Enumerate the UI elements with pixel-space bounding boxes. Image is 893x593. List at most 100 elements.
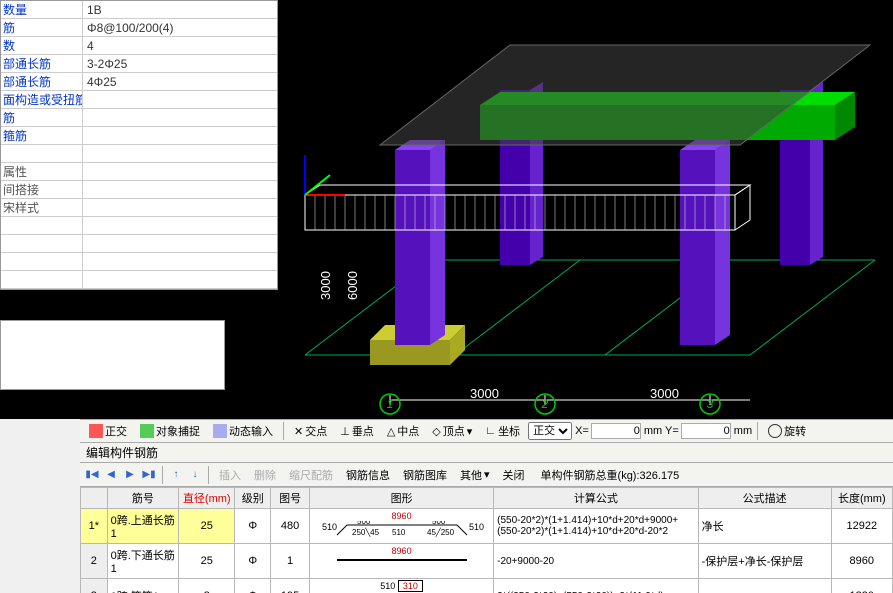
rebar-lib-button[interactable]: 钢筋图库 xyxy=(398,465,452,485)
other-button[interactable]: 其他▾ xyxy=(455,465,495,485)
cell-formula[interactable]: 2*((350-2*20)+(550-2*20))+2*(11.9*d) xyxy=(494,579,699,593)
col-length[interactable]: 长度(mm) xyxy=(831,488,892,509)
prop-value[interactable] xyxy=(83,145,277,162)
mid-button[interactable]: △中点 xyxy=(382,421,424,441)
rotate-button[interactable]: 旋转 xyxy=(763,421,811,441)
prop-value[interactable] xyxy=(83,109,277,126)
mode-select[interactable]: 正交 xyxy=(528,422,572,440)
cell-name[interactable]: 0跨.上通长筋1 xyxy=(107,509,179,544)
coord-button[interactable]: ∟坐标 xyxy=(480,421,525,441)
cross-button[interactable]: ✕交点 xyxy=(289,421,332,441)
col-name[interactable]: 筋号 xyxy=(107,488,179,509)
scale-button[interactable]: 缩尺配筋 xyxy=(284,465,338,485)
cell-desc[interactable] xyxy=(698,579,831,593)
prop-value[interactable] xyxy=(83,163,277,180)
prop-value[interactable] xyxy=(83,181,277,198)
col-level[interactable]: 级别 xyxy=(235,488,271,509)
prop-value[interactable] xyxy=(83,235,277,252)
cell-desc[interactable]: 净长 xyxy=(698,509,831,544)
prop-value[interactable]: Φ8@100/200(4) xyxy=(83,19,277,36)
col-diameter[interactable]: 直径(mm) xyxy=(179,488,235,509)
blank-panel xyxy=(0,320,225,390)
cell-shape[interactable]: 8960 xyxy=(310,544,494,579)
cell-name[interactable]: 0跨.箍筋1 xyxy=(107,579,179,593)
down-button[interactable]: ↓ xyxy=(187,467,203,483)
row-header[interactable]: 2 xyxy=(81,544,108,579)
prop-value[interactable]: 4Φ25 xyxy=(83,73,277,90)
coord-icon: ∟ xyxy=(485,425,496,437)
rebar-info-button[interactable]: 钢筋信息 xyxy=(341,465,395,485)
perp-button[interactable]: ⊥垂点 xyxy=(335,421,379,441)
vertex-button[interactable]: ◇顶点▾ xyxy=(427,421,477,441)
prop-value[interactable] xyxy=(83,199,277,216)
cell-len[interactable]: 8960 xyxy=(831,544,892,579)
dynamic-input-button[interactable]: 动态输入 xyxy=(208,421,278,441)
delete-button[interactable]: 删除 xyxy=(249,465,281,485)
insert-button[interactable]: 插入 xyxy=(214,465,246,485)
first-button[interactable]: ▮◀ xyxy=(84,467,100,483)
cell-desc[interactable]: -保护层+净长-保护层 xyxy=(698,544,831,579)
osnap-button[interactable]: 对象捕捉 xyxy=(135,421,205,441)
cell-level[interactable]: Φ xyxy=(235,509,271,544)
cell-dia[interactable]: 25 xyxy=(179,544,235,579)
col-fig[interactable]: 图号 xyxy=(271,488,310,509)
prop-value[interactable]: 1B xyxy=(83,1,277,18)
prop-label: 筋 xyxy=(1,19,83,36)
prop-value[interactable]: 3-2Φ25 xyxy=(83,55,277,72)
rebar-table[interactable]: 筋号 直径(mm) 级别 图号 图形 计算公式 公式描述 长度(mm) 1* 0… xyxy=(80,487,893,593)
cell-formula[interactable]: (550-20*2)*(1+1.414)+10*d+20*d+9000+(550… xyxy=(494,509,699,544)
cross-icon: ✕ xyxy=(294,425,303,438)
prop-label xyxy=(1,235,83,252)
row-header[interactable]: 3 xyxy=(81,579,108,593)
svg-text:250╲45: 250╲45 xyxy=(352,527,380,537)
dim-1: 3000 xyxy=(470,386,499,401)
prev-button[interactable]: ◀ xyxy=(103,467,119,483)
cell-len[interactable]: 1830 xyxy=(831,579,892,593)
svg-text:45╱250: 45╱250 xyxy=(427,527,455,537)
svg-text:500: 500 xyxy=(432,521,446,526)
col-desc[interactable]: 公式描述 xyxy=(698,488,831,509)
cell-shape[interactable]: 8960510250╲4551045╱250500500510 xyxy=(310,509,494,544)
dim-2: 3000 xyxy=(650,386,679,401)
cell-fig[interactable]: 480 xyxy=(271,509,310,544)
col-formula[interactable]: 计算公式 xyxy=(494,488,699,509)
chevron-down-icon: ▾ xyxy=(484,468,490,481)
prop-label: 数 xyxy=(1,37,83,54)
cell-level[interactable]: Φ xyxy=(235,544,271,579)
cell-shape[interactable]: 510 310 xyxy=(310,579,494,593)
cell-fig[interactable]: 195 xyxy=(271,579,310,593)
cell-formula[interactable]: -20+9000-20 xyxy=(494,544,699,579)
col-shape[interactable]: 图形 xyxy=(310,488,494,509)
prop-value[interactable]: 4 xyxy=(83,37,277,54)
property-panel: 数量1B筋Φ8@100/200(4)数4部通长筋3-2Φ25部通长筋4Φ25面构… xyxy=(0,0,278,290)
close-button[interactable]: 关闭 xyxy=(498,465,530,485)
cell-dia[interactable]: 8 xyxy=(179,579,235,593)
mid-icon: △ xyxy=(387,425,395,438)
col-blank[interactable] xyxy=(81,488,108,509)
prop-value[interactable] xyxy=(83,253,277,270)
prop-label: 箍筋 xyxy=(1,127,83,144)
cell-len[interactable]: 12922 xyxy=(831,509,892,544)
last-button[interactable]: ▶▮ xyxy=(141,467,157,483)
y-input[interactable] xyxy=(681,423,731,439)
cell-level[interactable]: Φ xyxy=(235,579,271,593)
snap-toolbar: 正交 对象捕捉 动态输入 ✕交点 ⊥垂点 △中点 ◇顶点▾ ∟坐标 正交 X= … xyxy=(80,419,893,443)
svg-text:510: 510 xyxy=(392,528,406,537)
cell-dia[interactable]: 25 xyxy=(179,509,235,544)
prop-value[interactable] xyxy=(83,91,277,108)
svg-text:500: 500 xyxy=(357,521,371,526)
axis-marker-3: 3 xyxy=(707,397,714,411)
ortho-button[interactable]: 正交 xyxy=(84,421,132,441)
prop-value[interactable] xyxy=(83,127,277,144)
row-header[interactable]: 1* xyxy=(81,509,108,544)
cell-fig[interactable]: 1 xyxy=(271,544,310,579)
up-button[interactable]: ↑ xyxy=(168,467,184,483)
axis-marker-1: 1 xyxy=(387,397,394,411)
prop-label xyxy=(1,145,83,162)
prop-value[interactable] xyxy=(83,271,277,288)
next-button[interactable]: ▶ xyxy=(122,467,138,483)
vertex-icon: ◇ xyxy=(432,425,440,438)
x-input[interactable] xyxy=(591,423,641,439)
cell-name[interactable]: 0跨.下通长筋1 xyxy=(107,544,179,579)
prop-value[interactable] xyxy=(83,217,277,234)
